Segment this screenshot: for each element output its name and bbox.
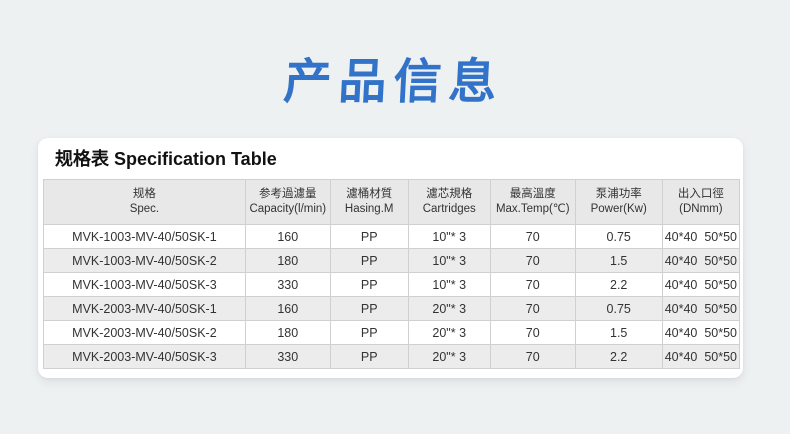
column-header-en: Spec. — [130, 203, 159, 215]
table-cell: 10"* 3 — [408, 273, 490, 297]
table-row: MVK-1003-MV-40/50SK-3330PP10"* 3702.240*… — [44, 273, 740, 297]
column-header-zh: 最高溫度 — [510, 188, 556, 200]
table-cell: 0.75 — [575, 225, 662, 249]
table-cell: 160 — [245, 225, 330, 249]
table-cell: 330 — [245, 345, 330, 369]
table-cell: 10"* 3 — [408, 249, 490, 273]
column-header-4: 最高溫度 Max.Temp(℃) — [490, 180, 575, 225]
spec-table-header: 规格Spec.参考過濾量Capacity(l/min)濾桶材質Hasing.M濾… — [44, 180, 740, 225]
table-cell: 20"* 3 — [408, 345, 490, 369]
table-cell: 70 — [490, 225, 575, 249]
table-cell: 10"* 3 — [408, 225, 490, 249]
table-cell: 40*40 50*50 — [662, 345, 739, 369]
column-header-2: 濾桶材質 Hasing.M — [330, 180, 408, 225]
column-header-en: Capacity(l/min) — [249, 203, 326, 215]
table-cell: 1.5 — [575, 321, 662, 345]
table-cell: 70 — [490, 321, 575, 345]
table-cell: PP — [330, 345, 408, 369]
table-cell: 70 — [490, 273, 575, 297]
spec-table: 规格Spec.参考過濾量Capacity(l/min)濾桶材質Hasing.M濾… — [43, 179, 740, 369]
table-cell: PP — [330, 273, 408, 297]
table-cell: PP — [330, 225, 408, 249]
table-cell: MVK-1003-MV-40/50SK-1 — [44, 225, 246, 249]
table-cell: 180 — [245, 249, 330, 273]
table-cell: 70 — [490, 297, 575, 321]
table-cell: 70 — [490, 345, 575, 369]
table-cell: PP — [330, 249, 408, 273]
table-cell: 40*40 50*50 — [662, 249, 739, 273]
column-header-zh: 规格 — [133, 188, 156, 200]
column-header-en: Max.Temp(℃) — [496, 203, 570, 215]
column-header-zh: 濾芯規格 — [426, 188, 472, 200]
spec-table-heading: 规格表 Specification Table — [55, 147, 740, 171]
table-cell: 40*40 50*50 — [662, 225, 739, 249]
column-header-zh: 濾桶材質 — [346, 188, 392, 200]
table-cell: MVK-1003-MV-40/50SK-3 — [44, 273, 246, 297]
column-header-1: 参考過濾量 Capacity(l/min) — [245, 180, 330, 225]
table-cell: 40*40 50*50 — [662, 321, 739, 345]
table-cell: MVK-2003-MV-40/50SK-1 — [44, 297, 246, 321]
page: 产品信息 规格表 Specification Table 规格 Spec. 参考過濾… — [0, 0, 790, 378]
table-cell: MVK-2003-MV-40/50SK-2 — [44, 321, 246, 345]
table-cell: 40*40 50*50 — [662, 273, 739, 297]
table-cell: 40*40 50*50 — [662, 297, 739, 321]
table-cell: PP — [330, 297, 408, 321]
table-cell: MVK-2003-MV-40/50SK-3 — [44, 345, 246, 369]
table-row: MVK-2003-MV-40/50SK-2180PP20"* 3701.540*… — [44, 321, 740, 345]
column-header-0: 规格 Spec. — [44, 180, 246, 225]
page-title: 产品信息 — [0, 0, 790, 112]
table-row: MVK-2003-MV-40/50SK-3330PP20"* 3702.240*… — [44, 345, 740, 369]
table-cell: 160 — [245, 297, 330, 321]
column-header-zh: 泵浦功率 — [596, 188, 642, 200]
table-cell: PP — [330, 321, 408, 345]
table-cell: 0.75 — [575, 297, 662, 321]
column-header-en: Cartridges — [423, 203, 476, 215]
table-cell: 1.5 — [575, 249, 662, 273]
table-row: MVK-1003-MV-40/50SK-1160PP10"* 3700.7540… — [44, 225, 740, 249]
column-header-en: Power(Kw) — [591, 203, 647, 215]
column-header-5: 泵浦功率 Power(Kw) — [575, 180, 662, 225]
spec-card: 规格表 Specification Table 规格 Spec. 参考過濾量 Capa… — [38, 138, 743, 378]
table-cell: 20"* 3 — [408, 321, 490, 345]
table-cell: 330 — [245, 273, 330, 297]
table-cell: 2.2 — [575, 273, 662, 297]
column-header-6: 出入口徑 (DNmm) — [662, 180, 739, 225]
table-cell: 70 — [490, 249, 575, 273]
table-cell: 180 — [245, 321, 330, 345]
table-cell: 20"* 3 — [408, 297, 490, 321]
header-row: 规格Spec.参考過濾量Capacity(l/min)濾桶材質Hasing.M濾… — [44, 180, 740, 225]
column-header-en: Hasing.M — [345, 203, 394, 215]
column-header-zh: 出入口徑 — [678, 188, 724, 200]
spec-table-body: MVK-1003-MV-40/50SK-1160PP10"* 3700.7540… — [44, 225, 740, 369]
table-cell: 2.2 — [575, 345, 662, 369]
table-cell: MVK-1003-MV-40/50SK-2 — [44, 249, 246, 273]
table-row: MVK-2003-MV-40/50SK-1160PP20"* 3700.7540… — [44, 297, 740, 321]
table-row: MVK-1003-MV-40/50SK-2180PP10"* 3701.540*… — [44, 249, 740, 273]
column-header-3: 濾芯規格 Cartridges — [408, 180, 490, 225]
column-header-en: (DNmm) — [679, 203, 722, 215]
column-header-zh: 参考過濾量 — [259, 188, 317, 200]
